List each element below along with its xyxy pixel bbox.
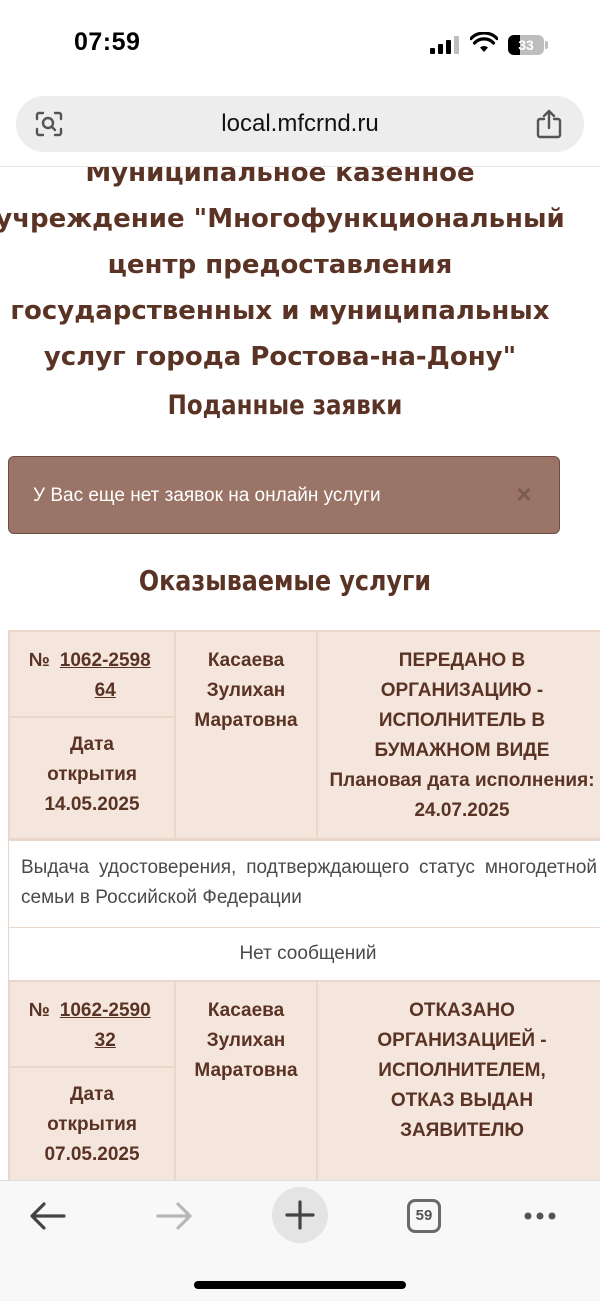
- date-label: Дата открытия: [47, 734, 137, 785]
- back-arrow-icon[interactable]: [18, 1191, 78, 1241]
- services-heading: Оказываемые услуги: [138, 564, 432, 597]
- applicant-name-cell: Касаева Зулихан Маратовна: [174, 630, 318, 840]
- forward-arrow-icon[interactable]: [144, 1191, 204, 1241]
- planned-date: Плановая дата исполнения: 24.07.2025: [329, 770, 595, 821]
- application-number-cell: № 1062-259032: [8, 980, 176, 1068]
- org-title-line: учреждение "Многофункциональный: [0, 204, 565, 234]
- org-title-line: центр предоставления: [107, 250, 453, 280]
- application-number-cell: № 1062-259864: [8, 630, 176, 718]
- more-options-icon[interactable]: [510, 1191, 570, 1241]
- battery-level: 33: [518, 37, 534, 53]
- home-indicator[interactable]: [194, 1281, 406, 1289]
- status-time: 07:59: [74, 28, 141, 56]
- status-text: ПЕРЕДАНО В ОРГАНИЗАЦИЮ - ИСПОЛНИТЕЛЬ В Б…: [374, 650, 550, 761]
- date-value: 14.05.2025: [44, 794, 140, 815]
- close-icon[interactable]: ×: [513, 481, 535, 507]
- organization-title: Муниципальное казенное учреждение "Много…: [0, 150, 580, 380]
- messages-row: Нет сообщений: [8, 927, 600, 981]
- no-applications-alert: У Вас еще нет заявок на онлайн услуги ×: [8, 456, 560, 534]
- number-prefix: №: [28, 1000, 56, 1021]
- battery-icon: 33: [508, 35, 544, 55]
- number-prefix: №: [28, 650, 56, 671]
- application-status-cell: ПЕРЕДАНО В ОРГАНИЗАЦИЮ - ИСПОЛНИТЕЛЬ В Б…: [316, 630, 600, 840]
- date-value: 07.05.2025: [44, 1144, 140, 1165]
- org-title-line: услуг города Ростова-на-Дону": [43, 342, 517, 372]
- browser-address-area: local.mfcrnd.ru: [0, 90, 600, 167]
- status-bar: 07:59 33: [0, 0, 600, 90]
- wifi-icon: [470, 32, 498, 52]
- tabs-count-button[interactable]: 59: [407, 1199, 441, 1233]
- cellular-signal-icon: [430, 36, 460, 54]
- application-status-cell: ОТКАЗАНО ОРГАНИЗАЦИЕЙ - ИСПОЛНИТЕЛЕМ, ОТ…: [316, 980, 600, 1180]
- browser-toolbar: 59: [0, 1180, 600, 1301]
- submitted-applications-heading: Поданные заявки: [167, 390, 403, 421]
- url-text[interactable]: local.mfcrnd.ru: [16, 96, 584, 152]
- application-date-cell: Дата открытия 14.05.2025: [8, 716, 176, 840]
- application-number-link[interactable]: 1062-259032: [55, 996, 155, 1056]
- date-label: Дата открытия: [47, 1084, 137, 1135]
- applicant-name-cell: Касаева Зулихан Маратовна: [174, 980, 318, 1180]
- share-icon[interactable]: [534, 108, 564, 140]
- org-title-line: государственных и муниципальных: [10, 296, 550, 326]
- page-content: Муниципальное казенное учреждение "Много…: [0, 150, 600, 1180]
- address-bar[interactable]: local.mfcrnd.ru: [16, 96, 584, 152]
- new-tab-button[interactable]: [272, 1187, 328, 1243]
- application-number-link[interactable]: 1062-259864: [55, 646, 155, 706]
- application-date-cell: Дата открытия 07.05.2025: [8, 1066, 176, 1180]
- alert-text: У Вас еще нет заявок на онлайн услуги: [33, 485, 381, 506]
- service-description: Выдача удостоверения, подтверждающего ст…: [8, 840, 600, 928]
- plus-icon: [285, 1200, 315, 1230]
